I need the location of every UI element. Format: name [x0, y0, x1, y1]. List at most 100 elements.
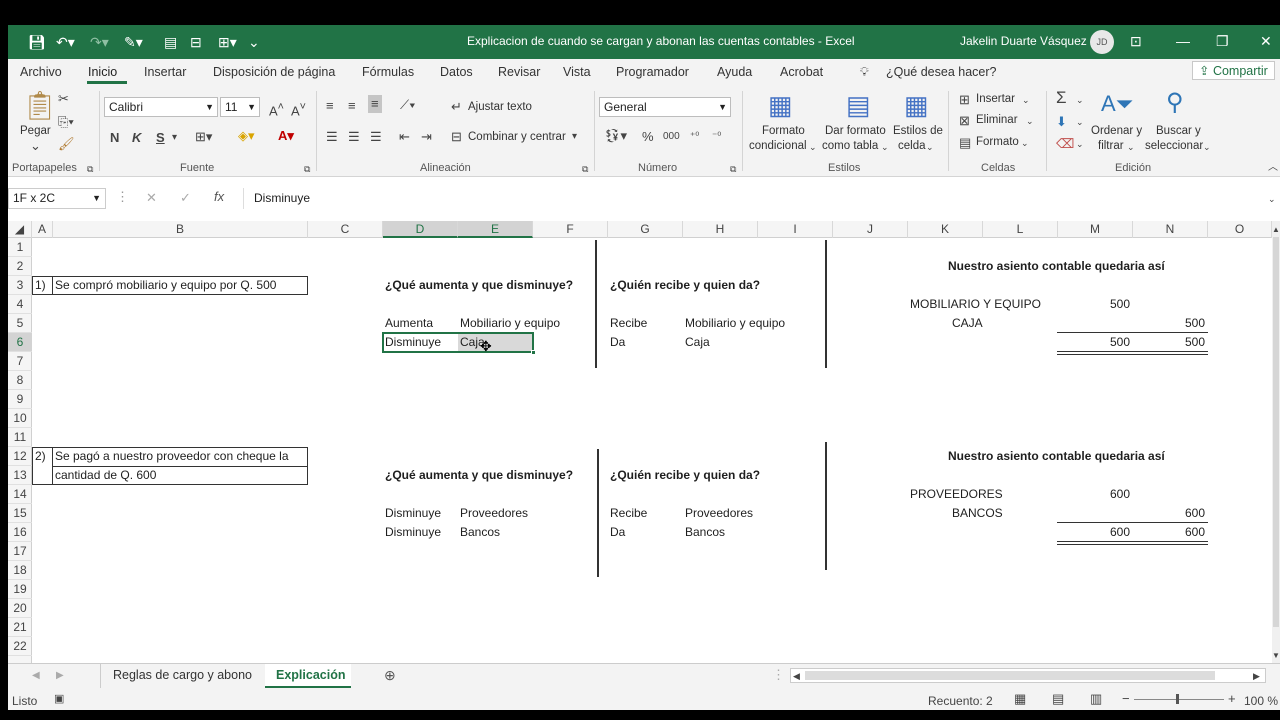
- scroll-up-icon[interactable]: ▲: [1272, 223, 1280, 237]
- find-select-label-1[interactable]: Buscar y: [1156, 125, 1201, 137]
- scroll-left-icon[interactable]: ◀: [793, 669, 800, 683]
- credit-total[interactable]: 500: [1167, 333, 1205, 352]
- chevron-down-icon[interactable]: ⌄: [1076, 137, 1084, 151]
- paste-label[interactable]: Pegar: [20, 125, 51, 137]
- col-header-a[interactable]: A: [32, 221, 53, 238]
- next-sheet-icon[interactable]: ▶: [56, 669, 64, 683]
- row-header[interactable]: 18: [8, 561, 32, 580]
- insert-function-icon[interactable]: fx: [214, 190, 224, 204]
- formula-input[interactable]: Disminuye: [243, 188, 1268, 209]
- number-format-select[interactable]: General ▼: [599, 97, 731, 117]
- zoom-slider-thumb[interactable]: [1176, 694, 1179, 704]
- select-all-corner[interactable]: ◢: [8, 221, 32, 238]
- merge-dropdown-icon[interactable]: ▾: [572, 130, 577, 144]
- chevron-down-icon[interactable]: ⌄: [1076, 93, 1084, 107]
- decrease-indent-icon[interactable]: ⇤: [399, 130, 410, 144]
- scroll-down-icon[interactable]: ▼: [1272, 649, 1280, 663]
- tab-ayuda[interactable]: Ayuda: [717, 65, 752, 79]
- normal-view-icon[interactable]: ▦: [1014, 692, 1026, 706]
- row-header[interactable]: 11: [8, 428, 32, 447]
- insert-cells-button[interactable]: Insertar: [976, 93, 1015, 105]
- row-header[interactable]: 10: [8, 409, 32, 428]
- alignment-launcher-icon[interactable]: ⧉: [582, 162, 588, 176]
- tab-vista[interactable]: Vista: [563, 65, 591, 79]
- percent-icon[interactable]: %: [642, 130, 654, 144]
- align-middle-icon[interactable]: ≡: [348, 99, 356, 113]
- answer-value[interactable]: Bancos: [460, 523, 500, 542]
- underline-button[interactable]: S: [156, 131, 165, 145]
- fill-icon[interactable]: ⬇: [1056, 115, 1067, 129]
- font-launcher-icon[interactable]: ⧉: [304, 162, 310, 176]
- row-header[interactable]: 21: [8, 618, 32, 637]
- close-icon[interactable]: ✕: [1260, 33, 1272, 50]
- clear-icon[interactable]: ⌫: [1056, 137, 1074, 151]
- font-name-select[interactable]: Calibri ▼: [104, 97, 218, 117]
- col-header-l[interactable]: L: [983, 221, 1058, 238]
- italic-button[interactable]: K: [132, 131, 141, 145]
- worksheet-grid[interactable]: 1) Se compró mobiliario y equipo por Q. …: [32, 238, 1272, 663]
- journal-title[interactable]: Nuestro asiento contable quedaria así: [948, 257, 1165, 276]
- shrink-font-icon[interactable]: A˅: [291, 100, 306, 118]
- answer-label[interactable]: Recibe: [610, 314, 647, 333]
- answer-value[interactable]: Bancos: [685, 523, 725, 542]
- tab-archivo[interactable]: Archivo: [20, 65, 62, 79]
- col-header-k[interactable]: K: [908, 221, 983, 238]
- tab-disposicion[interactable]: Disposición de página: [213, 65, 335, 79]
- cancel-icon[interactable]: ✕: [146, 191, 157, 205]
- enter-icon[interactable]: ✓: [180, 191, 191, 205]
- answer-label[interactable]: Recibe: [610, 504, 647, 523]
- merge-center-button[interactable]: Combinar y centrar: [468, 131, 566, 143]
- grid-icon[interactable]: ⊞▾: [218, 33, 237, 51]
- paste-dropdown-icon[interactable]: ⌄: [30, 139, 41, 153]
- col-header-c[interactable]: C: [308, 221, 383, 238]
- row-header[interactable]: 9: [8, 390, 32, 409]
- collapse-ribbon-icon[interactable]: ︿: [1268, 161, 1278, 175]
- row-header[interactable]: 5: [8, 314, 32, 333]
- tab-revisar[interactable]: Revisar: [498, 65, 540, 79]
- debit-amount[interactable]: 600: [1092, 485, 1130, 504]
- row-header[interactable]: 20: [8, 599, 32, 618]
- row-header[interactable]: 14: [8, 485, 32, 504]
- credit-account[interactable]: CAJA: [952, 314, 983, 333]
- debit-amount[interactable]: 500: [1092, 295, 1130, 314]
- answer-label[interactable]: Disminuye: [385, 523, 441, 542]
- underline-dropdown-icon[interactable]: ▾: [172, 131, 177, 145]
- cell-styles-label-1[interactable]: Estilos de: [893, 125, 943, 137]
- cut-icon[interactable]: ✂: [58, 92, 69, 106]
- cell-styles-icon[interactable]: ▦: [904, 91, 929, 119]
- find-select-label-2[interactable]: seleccionar: [1145, 140, 1203, 152]
- add-sheet-icon[interactable]: ⊕: [384, 668, 396, 682]
- zoom-slider[interactable]: [1134, 699, 1224, 700]
- decrease-decimal-icon[interactable]: ⁻⁰: [712, 130, 721, 144]
- answer-value[interactable]: Proveedores: [685, 504, 753, 523]
- undo-icon[interactable]: ↶▾: [56, 33, 75, 51]
- search-icon[interactable]: ⚲: [1166, 89, 1184, 117]
- col-header-g[interactable]: G: [608, 221, 683, 238]
- redo-icon[interactable]: ↷▾: [90, 33, 109, 51]
- font-size-select[interactable]: 11 ▼: [220, 97, 260, 117]
- align-center-icon[interactable]: ☰: [348, 130, 360, 144]
- credit-account[interactable]: BANCOS: [952, 504, 1003, 523]
- customize-qa-icon[interactable]: ⌄: [248, 33, 260, 51]
- chevron-down-icon[interactable]: ⌄: [881, 140, 889, 154]
- share-button[interactable]: ⇪ Compartir: [1192, 61, 1275, 80]
- row-header[interactable]: 1: [8, 238, 32, 257]
- example-text[interactable]: Se pagó a nuestro proveedor con cheque l…: [55, 447, 289, 466]
- row-header[interactable]: 2: [8, 257, 32, 276]
- expand-formula-icon[interactable]: ⌄: [1268, 192, 1276, 206]
- tab-inicio[interactable]: Inicio: [88, 65, 117, 79]
- question-heading[interactable]: ¿Qué aumenta y que disminuye?: [385, 466, 573, 485]
- chevron-down-icon[interactable]: ⌄: [1076, 115, 1084, 129]
- row-header[interactable]: 13: [8, 466, 32, 485]
- sheet-tab-explicacion[interactable]: Explicación: [276, 668, 345, 682]
- page-layout-icon[interactable]: ▤: [1052, 692, 1064, 706]
- chevron-down-icon[interactable]: ⌄: [926, 140, 934, 154]
- zoom-in-icon[interactable]: +: [1228, 692, 1236, 706]
- tell-me-search[interactable]: ¿Qué desea hacer?: [886, 65, 997, 79]
- macro-record-icon[interactable]: ▣: [54, 692, 64, 706]
- align-top-icon[interactable]: ≡: [326, 99, 334, 113]
- col-header-m[interactable]: M: [1058, 221, 1133, 238]
- format-cells-icon[interactable]: ▤: [959, 136, 971, 150]
- answer-label[interactable]: Disminuye: [385, 504, 441, 523]
- ribbon-display-icon[interactable]: ⊡: [1130, 33, 1142, 50]
